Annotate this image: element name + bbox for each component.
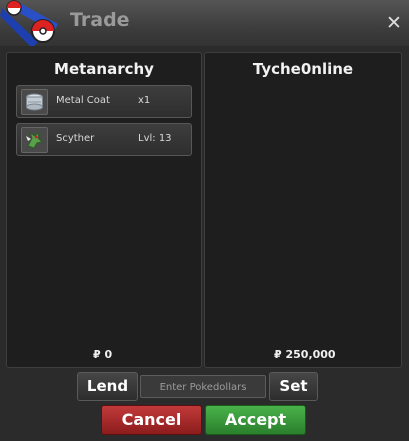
metal-coat-icon xyxy=(21,89,48,115)
item-name: Metal Coat xyxy=(56,95,110,106)
offer-item-metal-coat[interactable]: Metal Coat x1 xyxy=(16,85,192,118)
set-button[interactable]: Set xyxy=(269,372,318,401)
close-button[interactable]: ✕ xyxy=(384,13,404,33)
pokedollars-input[interactable]: Enter Pokedollars xyxy=(140,375,266,398)
my-trainer-name: Metanarchy xyxy=(54,60,154,78)
title-bar[interactable]: Trade ✕ xyxy=(0,0,409,48)
item-name: Scyther xyxy=(56,133,95,144)
window-title: Trade xyxy=(70,9,130,31)
trade-window: Trade ✕ Metanarchy Metal Coat x1 Scyther… xyxy=(0,0,409,441)
offer-item-scyther[interactable]: Scyther Lvl: 13 xyxy=(16,123,192,156)
item-quantity: x1 xyxy=(138,95,151,106)
partner-trainer-name: Tyche0nline xyxy=(252,60,354,78)
lend-button[interactable]: Lend xyxy=(77,372,138,401)
trade-content: Metanarchy Metal Coat x1 Scyther Lvl: 13… xyxy=(0,46,409,441)
partner-offer-money: ₽ 250,000 xyxy=(274,348,336,361)
my-offer-money: ₽ 0 xyxy=(93,348,113,361)
accept-button[interactable]: Accept xyxy=(205,405,306,435)
pokemon-logo-icon xyxy=(0,0,58,48)
partner-offer-panel: Tyche0nline ₽ 250,000 xyxy=(204,52,402,368)
cancel-button[interactable]: Cancel xyxy=(101,405,202,435)
scyther-icon xyxy=(21,127,48,153)
my-offer-panel: Metanarchy Metal Coat x1 Scyther Lvl: 13… xyxy=(6,52,202,368)
item-level: Lvl: 13 xyxy=(138,133,172,144)
